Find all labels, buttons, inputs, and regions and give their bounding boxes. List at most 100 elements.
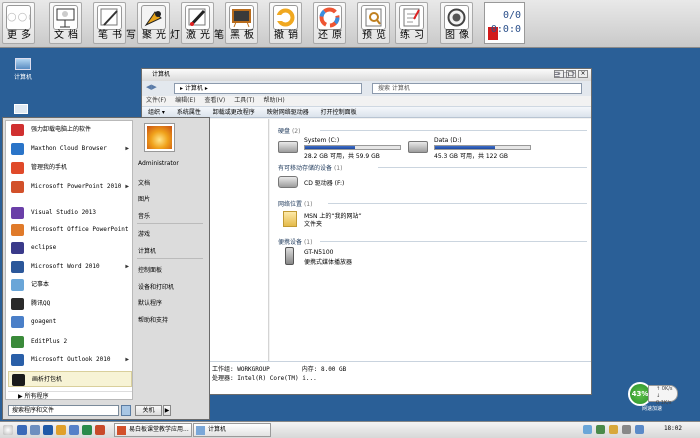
preview-label: 预览 — [362, 30, 390, 41]
start-program-item[interactable]: eclipse — [8, 240, 132, 256]
system-properties-button[interactable]: 系统属性 — [177, 109, 201, 116]
quicklaunch-desktop-icon[interactable] — [30, 425, 40, 435]
default-programs-link[interactable]: 默认程序 — [138, 298, 162, 307]
timer: 0:0:0 — [490, 24, 521, 35]
shutdown-options-arrow[interactable]: ▶ — [163, 405, 171, 416]
content-pane: 硬盘 (2) System (C:) 28.2 GB 可用，共 59.9 GB … — [270, 119, 591, 363]
start-program-item[interactable]: Microsoft Office PowerPoint 2003 — [8, 222, 132, 238]
start-program-item[interactable]: EditPlus 2 — [8, 334, 132, 350]
tray-icon[interactable] — [583, 425, 592, 434]
menu-edit[interactable]: 编辑(E) — [175, 97, 195, 104]
search-icon[interactable] — [121, 405, 131, 416]
task-whiteboard[interactable]: 易白板课堂教学应用... — [114, 423, 192, 437]
practice-button[interactable]: 练习 — [395, 2, 428, 44]
network-speed-widget[interactable]: 43% ↑ 0K/s ↓ 0.1K/s 网速加速 — [626, 382, 679, 414]
games-link[interactable]: 游戏 — [138, 229, 150, 238]
desktop-shortcut-icon[interactable] — [14, 104, 28, 114]
start-program-item[interactable]: goagent — [8, 314, 132, 330]
start-search-input[interactable]: 搜索程序和文件 — [8, 405, 119, 416]
preview-button[interactable]: 预览 — [357, 2, 390, 44]
cd-drive[interactable]: CD 驱动器 (F:) — [278, 174, 388, 192]
map-drive-button[interactable]: 映射网络驱动器 — [267, 109, 309, 116]
start-program-item[interactable]: 强力卸载电脑上的软件 — [8, 122, 132, 138]
menu-file[interactable]: 文件(F) — [146, 97, 166, 104]
drive-c-usage-fill — [305, 146, 356, 149]
quicklaunch-browser-icon[interactable] — [17, 425, 27, 435]
group-portable: 便携设备 (1) — [278, 239, 313, 246]
close-button[interactable]: × — [578, 70, 588, 78]
pen-write-button[interactable]: 笔书写 — [93, 2, 140, 44]
document-button[interactable]: 文档 — [49, 2, 82, 44]
menu-help[interactable]: 帮助(H) — [263, 97, 284, 104]
search-input[interactable]: 搜索 计算机 — [372, 83, 582, 94]
drive-d[interactable]: Data (D:) 45.3 GB 可用，共 122 GB — [408, 137, 533, 160]
music-link[interactable]: 音乐 — [138, 211, 150, 220]
start-program-item[interactable]: Visual Studio 2013 — [8, 205, 132, 221]
cd-drive-label: CD 驱动器 (F:) — [304, 180, 345, 187]
clock[interactable]: 18:02 — [664, 425, 682, 432]
tray-icon[interactable] — [622, 425, 631, 434]
more-button[interactable]: ○○○ 更多 — [2, 2, 35, 44]
all-programs-button[interactable]: ▶ 所有程序 — [8, 391, 132, 401]
undo-label: 撤销 — [274, 30, 302, 41]
program-icon — [11, 279, 24, 291]
quicklaunch-app-icon[interactable] — [69, 425, 79, 435]
tray-icon[interactable] — [635, 425, 644, 434]
start-program-item[interactable]: 腾讯QQ — [8, 296, 132, 312]
spotlight-button[interactable]: 聚光灯 — [137, 2, 180, 44]
quicklaunch-ie-icon[interactable] — [43, 425, 53, 435]
shutdown-button[interactable]: 关机 — [135, 405, 162, 416]
program-icon — [11, 224, 24, 236]
start-program-item[interactable]: 记事本 — [8, 277, 132, 293]
task-computer[interactable]: 计算机 — [193, 423, 271, 437]
start-program-item[interactable]: 管理我的手机 — [8, 160, 132, 176]
drive-c[interactable]: System (C:) 28.2 GB 可用，共 59.9 GB — [278, 137, 403, 160]
menu-tools[interactable]: 工具(T) — [234, 97, 254, 104]
quicklaunch-explorer-icon[interactable] — [56, 425, 66, 435]
organize-button[interactable]: 组织 ▾ — [148, 109, 165, 116]
start-program-item[interactable]: 画析打包机 — [8, 371, 132, 387]
image-button[interactable]: 图像 — [440, 2, 473, 44]
memory-text: 内存: 8.00 GB — [301, 366, 347, 373]
submenu-arrow-icon: ▶ — [125, 263, 129, 270]
computer-icon — [196, 426, 205, 435]
drive-d-usage-fill — [435, 146, 495, 149]
desktop-computer-shortcut[interactable]: 计算机 — [9, 58, 37, 81]
start-button-icon[interactable] — [3, 425, 13, 435]
control-panel-button[interactable]: 打开控制面板 — [321, 109, 357, 116]
window-titlebar[interactable]: 计算机 – □ × — [142, 69, 591, 81]
back-forward-icon[interactable]: ◀▶ — [146, 83, 157, 91]
view-options-icon[interactable]: ☰ ▢ ? — [554, 70, 575, 81]
start-program-item[interactable]: Maxthon Cloud Browser ▶ — [8, 141, 132, 157]
restore-button[interactable]: 还原 — [313, 2, 346, 44]
start-program-item[interactable]: Microsoft Outlook 2010 ▶ — [8, 352, 132, 368]
program-label: 强力卸载电脑上的软件 — [31, 126, 92, 133]
start-menu: 强力卸载电脑上的软件 Maxthon Cloud Browser ▶ 管理我的手机 Mi… — [2, 117, 210, 420]
user-folder-link[interactable]: Administrator — [138, 160, 179, 167]
start-program-item[interactable]: Microsoft PowerPoint 2010 ▶ — [8, 179, 132, 195]
quicklaunch-app-icon[interactable] — [95, 425, 105, 435]
user-avatar[interactable] — [145, 124, 174, 151]
computer-link[interactable]: 计算机 — [138, 246, 156, 255]
devices-printers-link[interactable]: 设备和打印机 — [138, 282, 174, 291]
quicklaunch-app-icon[interactable] — [82, 425, 92, 435]
control-panel-link[interactable]: 控制面板 — [138, 265, 162, 274]
menu-view[interactable]: 查看(V) — [204, 97, 225, 104]
pictures-link[interactable]: 图片 — [138, 194, 150, 203]
documents-link[interactable]: 文档 — [138, 178, 150, 187]
address-field[interactable]: ▸ 计算机 ▸ — [174, 83, 362, 94]
tray-icon[interactable] — [609, 425, 618, 434]
submenu-arrow-icon: ▶ — [125, 356, 129, 363]
msn-folder[interactable]: MSN 上的“我的网站” 文件夹 — [278, 209, 388, 231]
laser-pointer-button[interactable]: 激光笔 — [181, 2, 224, 44]
pen-write-label: 笔书写 — [98, 30, 140, 41]
program-label: Microsoft Word 2010 — [31, 263, 100, 270]
tray-icon[interactable] — [596, 425, 605, 434]
undo-button[interactable]: 撤销 — [269, 2, 302, 44]
blackboard-button[interactable]: 黑板 — [225, 2, 258, 44]
start-program-item[interactable]: Microsoft Word 2010 ▶ — [8, 259, 132, 275]
help-support-link[interactable]: 帮助和支持 — [138, 315, 168, 324]
portable-device[interactable]: GT-N5100 便携式媒体播放器 — [278, 247, 388, 269]
uninstall-button[interactable]: 卸载或更改程序 — [213, 109, 255, 116]
workgroup-text: 工作组: WORKGROUP — [212, 366, 270, 373]
